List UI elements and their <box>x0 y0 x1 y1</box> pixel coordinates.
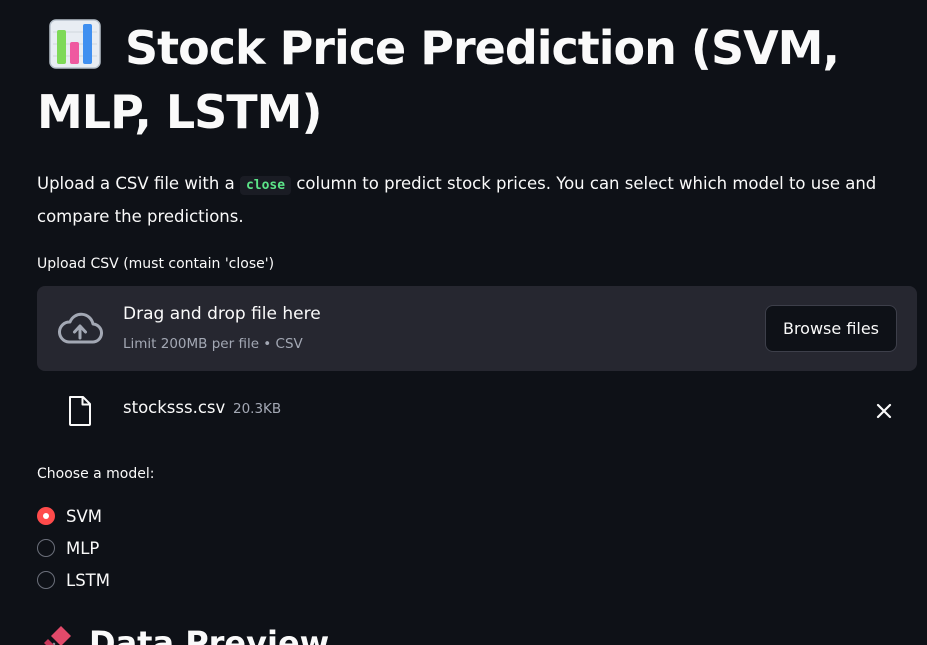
intro-description: Upload a CSV file with a close column to… <box>37 168 907 232</box>
browse-files-button[interactable]: Browse files <box>765 305 897 352</box>
radio-label-mlp: MLP <box>66 538 100 558</box>
radio-option-lstm[interactable]: LSTM <box>37 564 110 596</box>
file-icon <box>67 395 93 427</box>
file-dropzone[interactable]: Drag and drop file here Limit 200MB per … <box>37 286 917 371</box>
app-page: Stock Price Prediction (SVM, MLP, LSTM) … <box>0 0 927 645</box>
uploaded-file-row: stocksss.csv 20.3KB <box>37 385 917 437</box>
page-title-text: Stock Price Prediction (SVM, MLP, LSTM) <box>37 21 840 139</box>
radio-button-checked[interactable] <box>37 507 55 525</box>
upload-label: Upload CSV (must contain 'close') <box>37 256 275 272</box>
radio-option-mlp[interactable]: MLP <box>37 532 110 564</box>
radio-label-lstm: LSTM <box>66 570 110 590</box>
radio-button[interactable] <box>37 571 55 589</box>
section-heading-text: Data Preview <box>89 624 330 645</box>
model-select-label: Choose a model: <box>37 466 155 482</box>
dropzone-limit-text: Limit 200MB per file • CSV <box>123 336 303 352</box>
pushpin-icon <box>37 622 75 645</box>
cloud-upload-icon <box>57 312 103 346</box>
section-heading: Data Preview <box>37 622 329 645</box>
inline-code-close: close <box>239 176 292 195</box>
radio-button[interactable] <box>37 539 55 557</box>
uploaded-file-size: 20.3KB <box>233 401 282 417</box>
dropzone-title: Drag and drop file here <box>123 304 321 324</box>
uploaded-file-name: stocksss.csv <box>123 398 226 417</box>
radio-option-svm[interactable]: SVM <box>37 500 110 532</box>
model-radio-group: SVM MLP LSTM <box>37 500 110 596</box>
close-icon[interactable] <box>874 401 894 421</box>
page-title: Stock Price Prediction (SVM, MLP, LSTM) <box>37 16 907 144</box>
radio-label-svm: SVM <box>66 506 102 526</box>
desc-text-before: Upload a CSV file with a <box>37 174 240 193</box>
bar-chart-icon <box>47 16 103 72</box>
